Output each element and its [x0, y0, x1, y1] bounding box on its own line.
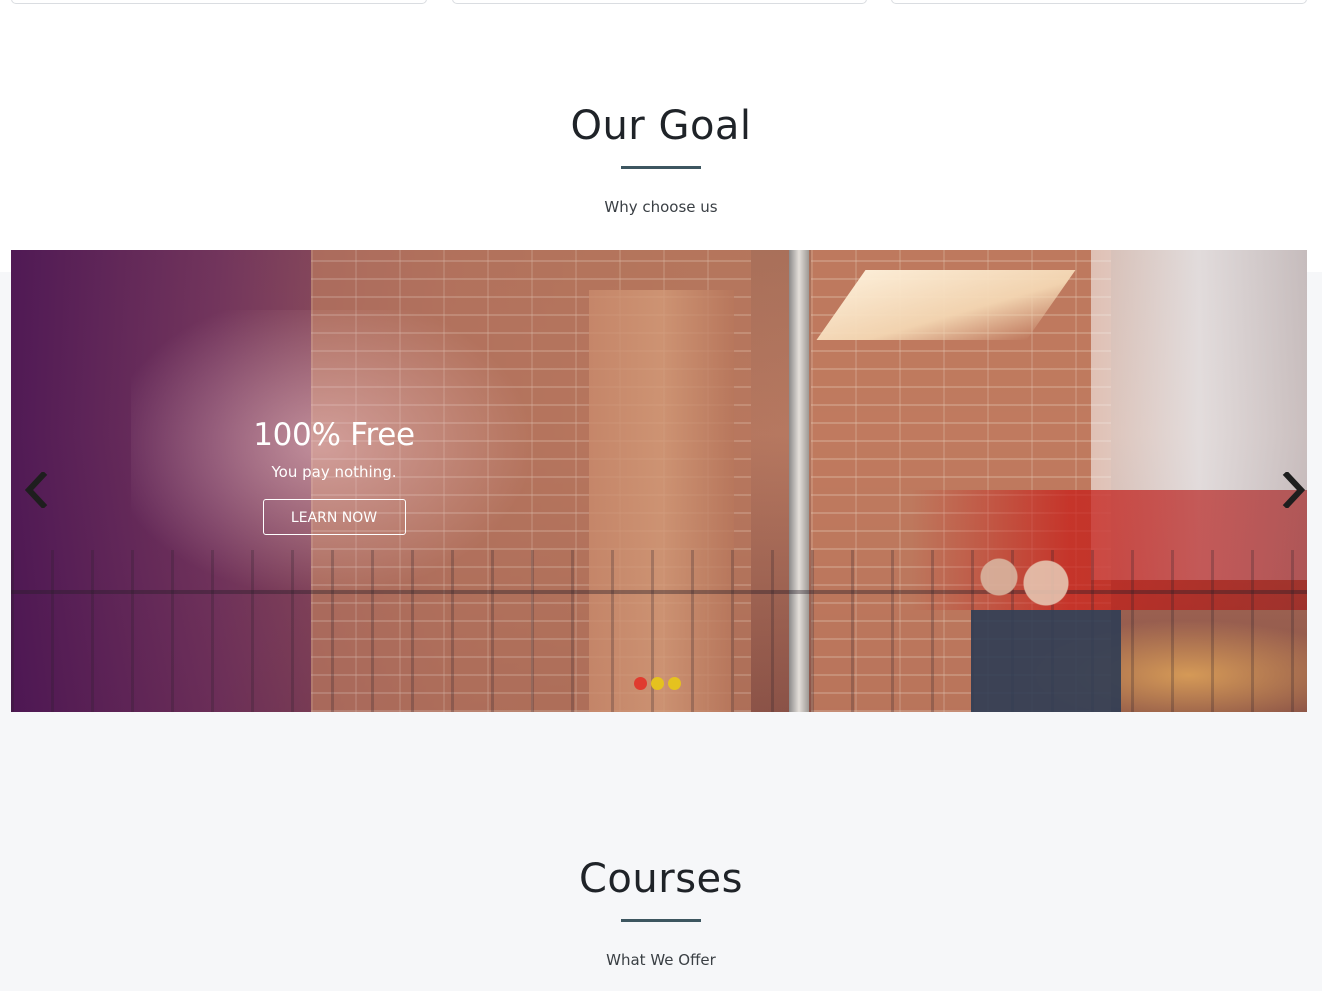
courses-section-subtitle: What We Offer — [606, 951, 716, 969]
goal-section-divider — [621, 166, 701, 169]
card-stub-2 — [452, 0, 867, 4]
hero-photo-people — [971, 555, 1121, 712]
hero-carousel: 100% Free You pay nothing. LEARN NOW — [11, 250, 1307, 712]
goal-section-title: Our Goal — [570, 103, 752, 149]
goal-section-subtitle: Why choose us — [604, 198, 718, 216]
carousel-prev-button[interactable] — [23, 470, 51, 510]
card-stub-3 — [891, 0, 1307, 4]
chevron-right-icon — [1282, 470, 1306, 510]
carousel-indicator-1[interactable] — [634, 677, 647, 690]
carousel-indicator-3[interactable] — [668, 677, 681, 690]
carousel-indicator-2[interactable] — [651, 677, 664, 690]
slide-subtitle: You pay nothing. — [271, 463, 397, 481]
carousel-indicators — [634, 677, 681, 690]
chevron-left-icon — [24, 470, 48, 510]
learn-now-button[interactable]: LEARN NOW — [262, 499, 406, 535]
courses-section-title: Courses — [579, 856, 743, 902]
goal-section-header: Our Goal Why choose us — [0, 106, 1322, 216]
slide-caption: 100% Free You pay nothing. LEARN NOW — [233, 420, 435, 535]
carousel-next-button[interactable] — [1279, 470, 1307, 510]
slide-title: 100% Free — [253, 417, 415, 453]
card-stub-1 — [11, 0, 427, 4]
courses-section-header: Courses What We Offer — [0, 859, 1322, 969]
courses-section-divider — [621, 919, 701, 922]
